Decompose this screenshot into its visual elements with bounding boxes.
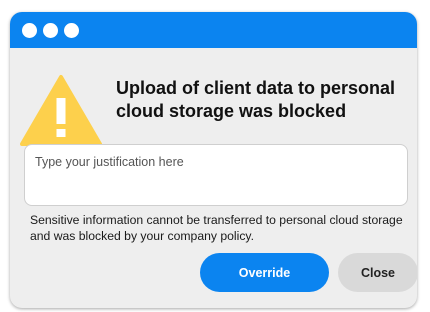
override-button[interactable]: Override [200,253,329,292]
policy-block-dialog: Upload of client data to personal cloud … [10,12,417,308]
policy-info-text: Sensitive information cannot be transfer… [30,213,403,243]
dialog-titlebar [10,12,417,48]
warning-triangle-icon [20,75,102,146]
dialog-heading: Upload of client data to personal cloud … [116,78,396,121]
window-dot-icon[interactable] [22,22,37,38]
window-dot-icon[interactable] [43,22,58,38]
close-button[interactable]: Close [338,253,417,292]
justification-input[interactable] [24,144,408,206]
window-dot-icon[interactable] [64,22,79,38]
